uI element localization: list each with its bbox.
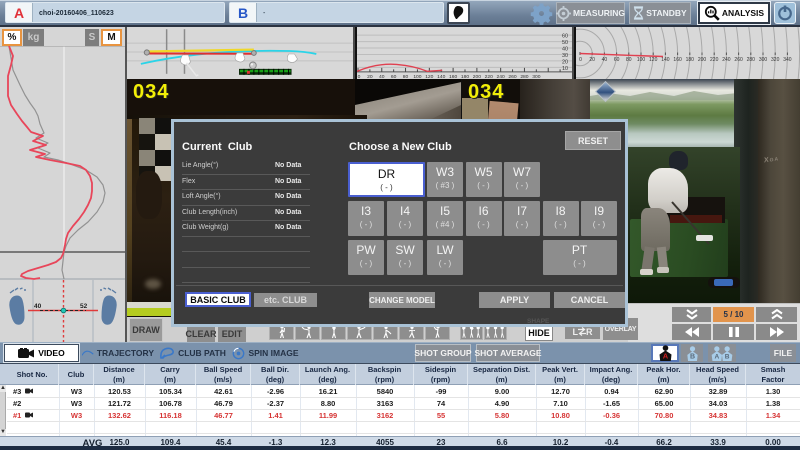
svg-text:160: 160 xyxy=(673,57,682,63)
svg-text:260: 260 xyxy=(734,57,743,63)
svg-text:140: 140 xyxy=(661,57,670,63)
svg-text:100: 100 xyxy=(637,57,646,63)
svg-text:40: 40 xyxy=(34,303,42,310)
svg-text:60: 60 xyxy=(562,34,568,40)
svg-text:10: 10 xyxy=(562,66,568,72)
svg-text:220: 220 xyxy=(710,57,719,63)
svg-text:320: 320 xyxy=(771,57,780,63)
svg-text:180: 180 xyxy=(686,57,695,63)
svg-text:A: A xyxy=(714,353,719,360)
svg-text:280: 280 xyxy=(747,57,756,63)
svg-text:20: 20 xyxy=(589,57,595,63)
svg-text:50: 50 xyxy=(562,40,568,46)
svg-text:52: 52 xyxy=(80,303,88,310)
svg-text:30: 30 xyxy=(562,53,568,59)
svg-text:300: 300 xyxy=(759,57,768,63)
svg-text:20: 20 xyxy=(562,59,568,65)
svg-text:200: 200 xyxy=(698,57,707,63)
svg-text:80: 80 xyxy=(626,57,632,63)
svg-text:120: 120 xyxy=(649,57,658,63)
svg-text:60: 60 xyxy=(614,57,620,63)
svg-text:0: 0 xyxy=(579,57,582,63)
svg-text:A: A xyxy=(662,352,668,361)
svg-text:B: B xyxy=(689,353,694,360)
svg-text:40: 40 xyxy=(562,47,568,53)
svg-text:340: 340 xyxy=(783,57,792,63)
svg-text:240: 240 xyxy=(722,57,731,63)
svg-text:40: 40 xyxy=(602,57,608,63)
svg-text:B: B xyxy=(725,353,730,360)
